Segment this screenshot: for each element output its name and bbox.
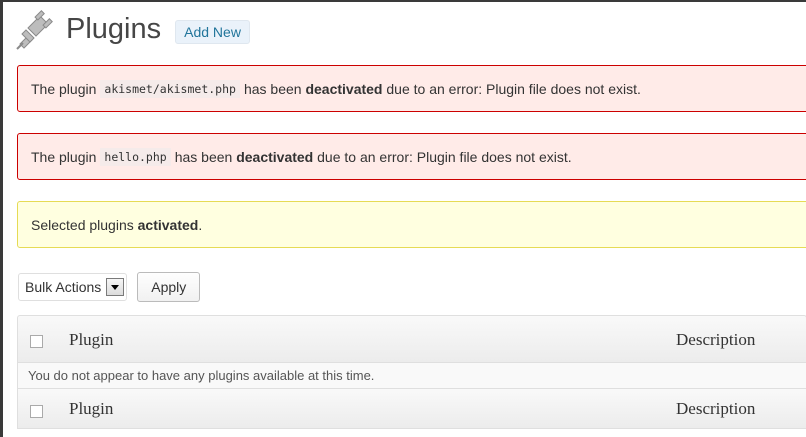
plugins-table: Plugin Description You do not appear to … <box>17 315 806 429</box>
table-footer: Plugin Description <box>17 389 806 429</box>
page-header: Plugins Add New <box>14 4 250 54</box>
column-footer-description[interactable]: Description <box>676 399 755 419</box>
notice-text: due to an error: Plugin file does not ex… <box>386 80 641 97</box>
notice-text: The plugin <box>31 80 97 97</box>
select-all-checkbox-footer[interactable] <box>30 405 43 418</box>
notice-text: has been <box>243 80 302 97</box>
add-new-button[interactable]: Add New <box>175 20 250 44</box>
error-notice-hello: The plugin hello.php has been deactivate… <box>17 133 806 180</box>
notice-text: . <box>198 216 203 233</box>
notice-text: due to an error: Plugin file does not ex… <box>317 148 572 165</box>
bulk-actions-select[interactable]: Bulk Actions <box>18 273 128 301</box>
error-notice-akismet: The plugin akismet/akismet.php has been … <box>17 65 806 112</box>
notice-text: has been <box>174 148 233 165</box>
column-header-plugin[interactable]: Plugin <box>69 330 113 350</box>
notice-text: Selected plugins <box>31 216 134 233</box>
page-title: Plugins <box>66 12 162 45</box>
table-header: Plugin Description <box>17 315 806 363</box>
notice-bold-text: deactivated <box>305 80 383 97</box>
bulk-actions-bar: Bulk Actions Apply <box>18 272 201 302</box>
empty-message-row: You do not appear to have any plugins av… <box>17 363 806 389</box>
plugin-file-code: akismet/akismet.php <box>100 79 240 98</box>
empty-message: You do not appear to have any plugins av… <box>28 368 375 383</box>
select-all-checkbox[interactable] <box>30 335 43 348</box>
dropdown-arrow-icon[interactable] <box>106 278 125 296</box>
column-header-description[interactable]: Description <box>676 330 755 350</box>
notice-bold-text: deactivated <box>236 148 314 165</box>
notice-text: The plugin <box>31 148 97 165</box>
plugin-icon <box>16 10 53 50</box>
updated-notice: Selected plugins activated. <box>17 201 806 248</box>
window-top-border <box>0 0 806 2</box>
notice-bold-text: activated <box>137 216 199 233</box>
bulk-actions-selected-value: Bulk Actions <box>25 279 102 295</box>
plugin-file-code: hello.php <box>100 147 171 166</box>
column-footer-plugin[interactable]: Plugin <box>69 399 113 419</box>
apply-button[interactable]: Apply <box>137 272 201 302</box>
window-left-border <box>0 0 3 437</box>
